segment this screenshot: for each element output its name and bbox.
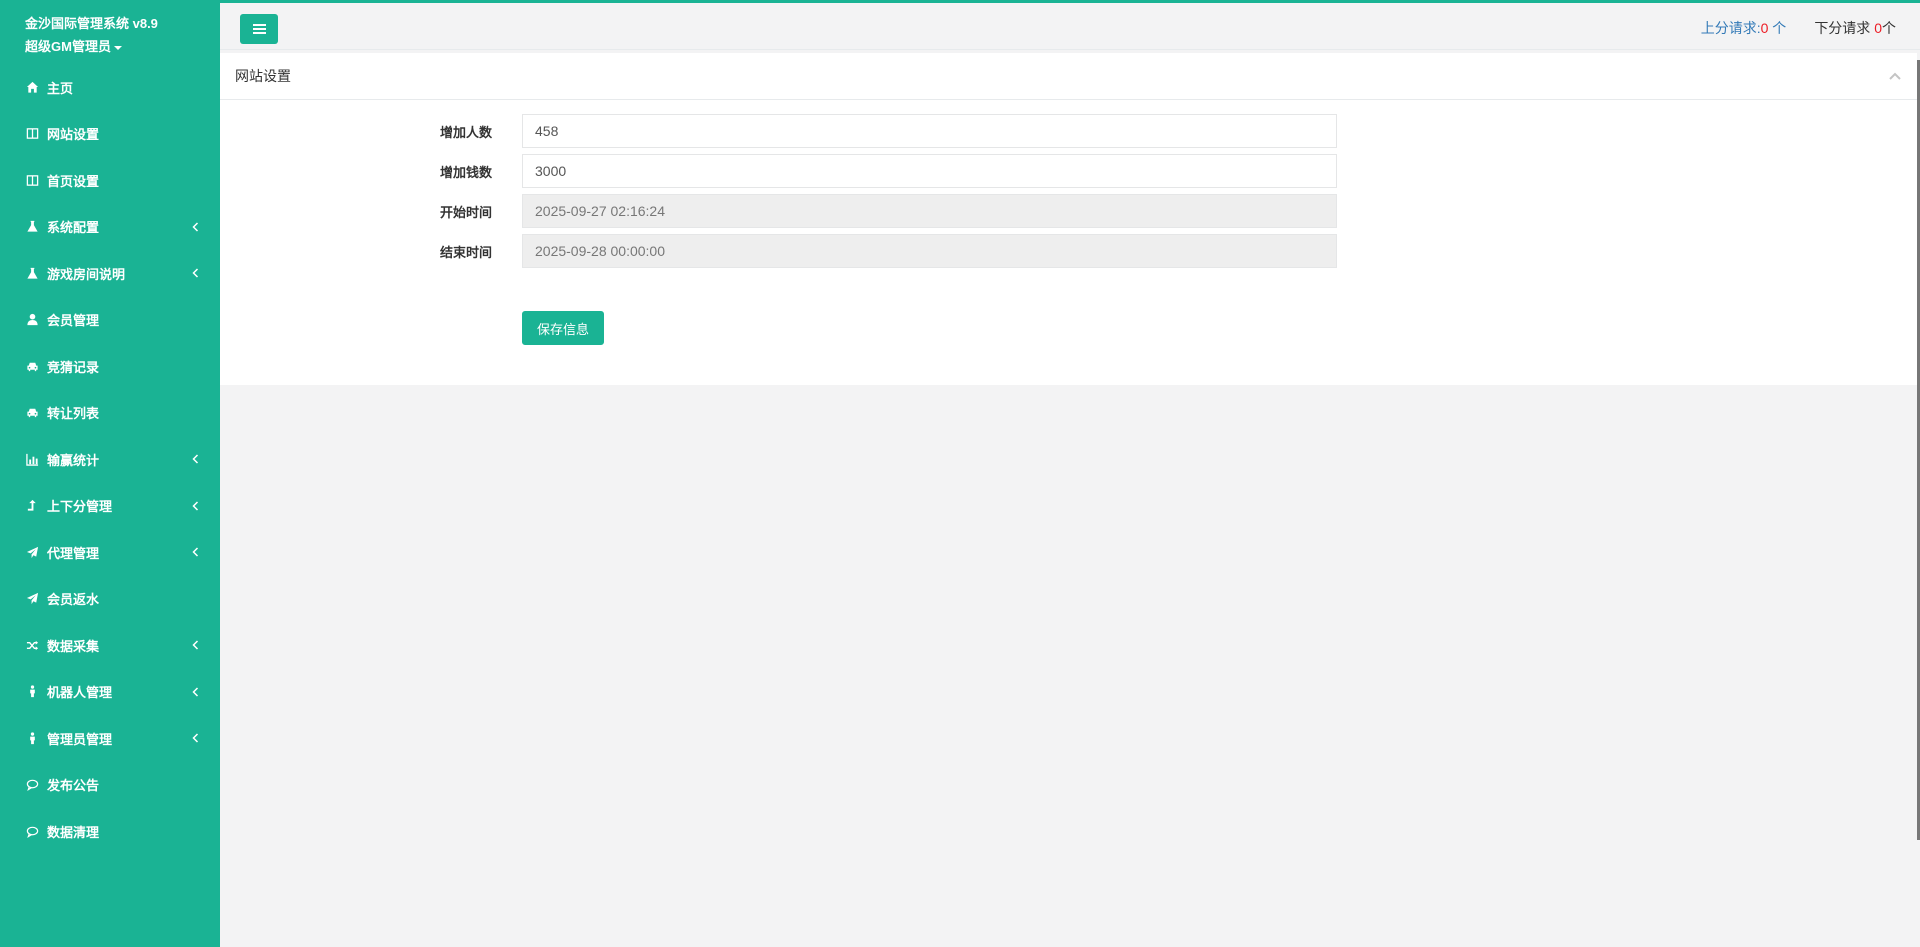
sidebar-item-5[interactable]: 会员管理 — [0, 297, 220, 344]
settings-panel: 网站设置 增加人数增加钱数开始时间结束时间 保存信息 — [220, 53, 1917, 385]
form-row: 开始时间 — [220, 194, 1917, 228]
menu-toggle-button[interactable] — [240, 14, 278, 44]
male-icon — [25, 685, 39, 699]
sidebar-item-label: 会员管理 — [47, 313, 100, 329]
sidebar-item-7[interactable]: 转让列表 — [0, 390, 220, 437]
sidebar-item-label: 转让列表 — [47, 406, 100, 422]
sidebar-item-label: 系统配置 — [47, 220, 100, 236]
sidebar-item-label: 游戏房间说明 — [47, 266, 126, 282]
form-row: 增加人数 — [220, 114, 1917, 148]
sidebar-item-15[interactable]: 发布公告 — [0, 762, 220, 809]
sidebar-item-label: 机器人管理 — [47, 685, 113, 701]
end-time-input[interactable] — [522, 234, 1337, 268]
cab-icon — [25, 406, 39, 420]
sidebar-item-13[interactable]: 机器人管理 — [0, 669, 220, 716]
level-up-icon — [25, 499, 39, 513]
sidebar-item-6[interactable]: 竞猜记录 — [0, 343, 220, 390]
comment-icon — [25, 824, 39, 838]
flask-icon — [25, 220, 39, 234]
sidebar-item-4[interactable]: 游戏房间说明 — [0, 250, 220, 297]
sidebar-brand: 金沙国际管理系统 v8.9 超级GM管理员 — [0, 0, 220, 64]
sidebar-item-label: 会员返水 — [47, 592, 100, 608]
chevron-left-icon — [190, 268, 200, 278]
chevron-left-icon — [190, 454, 200, 464]
panel-title: 网站设置 — [235, 68, 291, 84]
user-name: 超级GM管理员 — [25, 39, 111, 54]
sidebar-item-label: 竞猜记录 — [47, 359, 100, 375]
down-request-label: 下分请求 — [1814, 20, 1875, 36]
chevron-up-icon — [1889, 72, 1901, 80]
chevron-left-icon — [190, 733, 200, 743]
columns-icon — [25, 173, 39, 187]
up-request-label: 上分请求: — [1700, 20, 1761, 36]
columns-icon — [25, 127, 39, 141]
panel-header: 网站设置 — [220, 53, 1917, 100]
collapse-panel-button[interactable] — [1888, 69, 1902, 83]
field-label: 结束时间 — [439, 245, 492, 260]
sidebar-item-8[interactable]: 输赢统计 — [0, 436, 220, 483]
comment-icon — [25, 778, 39, 792]
top-header: 上分请求:0 个 下分请求 0个 — [220, 3, 1920, 50]
sidebar-item-label: 数据清理 — [47, 824, 100, 840]
sidebar: 金沙国际管理系统 v8.9 超级GM管理员 主页网站设置首页设置系统配置游戏房间… — [0, 0, 220, 947]
chevron-left-icon — [190, 501, 200, 511]
field-label: 增加人数 — [439, 125, 492, 140]
sidebar-item-label: 管理员管理 — [47, 731, 113, 747]
hamburger-icon — [252, 24, 266, 34]
random-icon — [25, 638, 39, 652]
sidebar-item-10[interactable]: 代理管理 — [0, 529, 220, 576]
sidebar-item-16[interactable]: 数据清理 — [0, 808, 220, 855]
sidebar-item-label: 主页 — [47, 80, 74, 96]
sidebar-item-1[interactable]: 网站设置 — [0, 111, 220, 158]
sidebar-item-label: 网站设置 — [47, 127, 100, 143]
sidebar-item-12[interactable]: 数据采集 — [0, 622, 220, 669]
sidebar-item-14[interactable]: 管理员管理 — [0, 715, 220, 762]
field-label: 开始时间 — [439, 205, 492, 220]
chevron-left-icon — [190, 640, 200, 650]
sidebar-item-3[interactable]: 系统配置 — [0, 204, 220, 251]
app-title: 金沙国际管理系统 v8.9 — [25, 16, 158, 31]
sidebar-item-9[interactable]: 上下分管理 — [0, 483, 220, 530]
user-dropdown[interactable]: 超级GM管理员 — [25, 39, 220, 55]
chevron-left-icon — [190, 687, 200, 697]
sidebar-item-11[interactable]: 会员返水 — [0, 576, 220, 623]
home-icon — [25, 80, 39, 94]
chevron-left-icon — [190, 222, 200, 232]
cab-icon — [25, 359, 39, 373]
caret-down-icon — [113, 46, 122, 50]
male-icon — [25, 731, 39, 745]
paper-plane-icon — [25, 592, 39, 606]
down-request-count: 0 — [1874, 20, 1882, 36]
sidebar-item-label: 代理管理 — [47, 545, 100, 561]
up-request-link[interactable]: 上分请求:0 个 — [1701, 18, 1787, 38]
field-label: 增加钱数 — [439, 165, 492, 180]
sidebar-item-label: 发布公告 — [47, 778, 100, 794]
start-time-input[interactable] — [522, 194, 1337, 228]
down-request-unit: 个 — [1882, 20, 1896, 36]
sidebar-item-label: 上下分管理 — [47, 499, 113, 515]
sidebar-item-label: 首页设置 — [47, 173, 100, 189]
sidebar-item-label: 数据采集 — [47, 638, 100, 654]
save-button[interactable]: 保存信息 — [522, 311, 604, 345]
form-row: 增加钱数 — [220, 154, 1917, 188]
add-money-input[interactable] — [522, 154, 1337, 188]
sidebar-item-0[interactable]: 主页 — [0, 64, 220, 111]
sidebar-item-label: 输赢统计 — [47, 452, 100, 468]
chevron-left-icon — [190, 547, 200, 557]
paper-plane-icon — [25, 545, 39, 559]
sidebar-item-2[interactable]: 首页设置 — [0, 157, 220, 204]
up-request-unit: 个 — [1768, 20, 1787, 36]
down-request-link[interactable]: 下分请求 0个 — [1814, 18, 1896, 38]
bar-chart-icon — [25, 452, 39, 466]
sidebar-nav: 主页网站设置首页设置系统配置游戏房间说明 会员管理竞猜记录转让列表输赢统计上下分管… — [0, 64, 220, 855]
request-counters: 上分请求:0 个 下分请求 0个 — [1701, 18, 1896, 38]
user-icon — [25, 313, 39, 327]
flask-icon — [25, 266, 39, 280]
form-row: 结束时间 — [220, 234, 1917, 268]
add-people-input[interactable] — [522, 114, 1337, 148]
